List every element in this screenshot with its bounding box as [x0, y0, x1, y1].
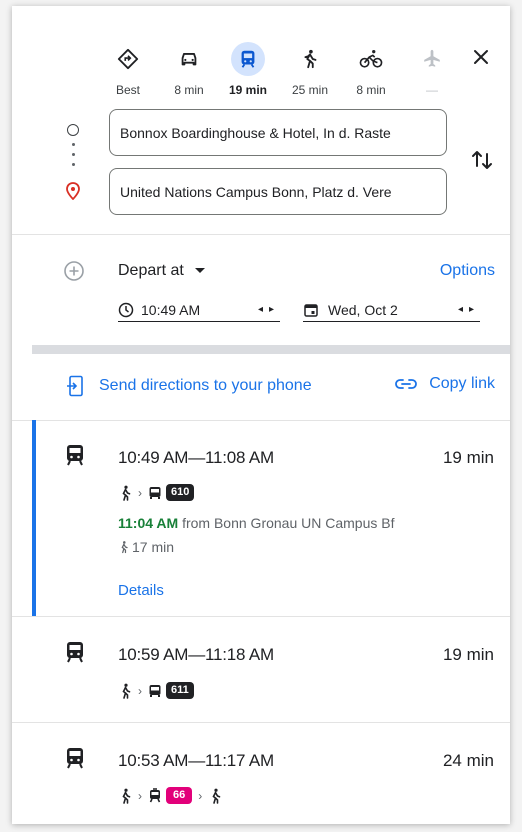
mode-best-label: Best	[115, 83, 140, 97]
route-times: 10:53 AM—11:17 AM	[118, 751, 274, 770]
route-times: 10:49 AM—11:08 AM	[118, 448, 274, 467]
line-badge: 610	[166, 484, 195, 501]
copy-link-button[interactable]: Copy link	[395, 375, 495, 393]
chevron-right-icon: ›	[138, 683, 142, 698]
bicycle-icon	[354, 42, 388, 76]
route-duration: 24 min	[442, 751, 494, 770]
departure-from: from Bonn Gronau UN Campus Bf	[182, 515, 395, 531]
transit-icon	[231, 42, 265, 76]
swap-button[interactable]	[470, 146, 494, 174]
departure-info: 11:04 AM from Bonn Gronau UN Campus Bf	[118, 515, 395, 531]
walk-duration-value: 17 min	[132, 539, 175, 555]
date-picker[interactable]: Wed, Oct 2 ◂▸	[303, 298, 480, 322]
walk-duration: 17 min	[118, 539, 174, 555]
tram-icon	[149, 788, 161, 803]
origin-value: Bonnox Boardinghouse & Hotel, In d. Rast…	[120, 124, 391, 141]
swap-icon	[472, 151, 492, 169]
route-dot	[72, 153, 75, 156]
details-link[interactable]: Details	[118, 582, 164, 599]
depart-at-label: Depart at	[118, 262, 184, 279]
origin-circle-icon	[67, 124, 79, 136]
route-legs: › 610	[118, 484, 195, 501]
diamond-directions-icon	[111, 42, 145, 76]
link-icon	[395, 379, 418, 389]
walk-icon	[122, 788, 131, 804]
route-duration: 19 min	[442, 645, 494, 664]
time-value: 10:49 AM	[141, 301, 201, 318]
send-to-phone-link[interactable]: Send directions to your phone	[66, 375, 312, 397]
destination-pin-icon	[65, 182, 81, 205]
time-step-arrows-icon[interactable]: ◂▸	[258, 304, 280, 315]
mode-transit-label: 19 min	[228, 83, 267, 97]
destination-input[interactable]: United Nations Campus Bonn, Platz d. Ver…	[109, 168, 447, 215]
directions-panel: Best 8 min 19 min 25 min 8 min — Bonnox …	[12, 6, 510, 824]
send-to-phone-label: Send directions to your phone	[99, 377, 312, 394]
mode-drive-label: 8 min	[174, 83, 204, 97]
car-icon	[172, 42, 206, 76]
route-duration: 19 min	[442, 448, 494, 467]
date-value: Wed, Oct 2	[328, 301, 398, 318]
mode-bike[interactable]: 8 min	[341, 36, 401, 98]
clock-icon	[118, 302, 134, 317]
walk-icon	[122, 485, 131, 501]
chevron-right-icon: ›	[138, 485, 142, 500]
mode-flight-label: —	[426, 83, 438, 97]
add-stop-button[interactable]	[63, 260, 85, 282]
walk-icon	[212, 788, 221, 804]
calendar-icon	[304, 303, 318, 317]
route-legs: › 66 ›	[118, 787, 222, 804]
route-times: 10:59 AM—11:18 AM	[118, 645, 274, 664]
line-badge: 66	[166, 787, 193, 804]
mode-best[interactable]: Best	[98, 36, 158, 98]
departure-time: 11:04 AM	[118, 515, 179, 531]
close-icon	[474, 50, 488, 64]
transit-icon	[65, 444, 85, 471]
options-link[interactable]: Options	[440, 262, 495, 280]
mode-walk[interactable]: 25 min	[280, 36, 340, 98]
destination-value: United Nations Campus Bonn, Platz d. Ver…	[120, 183, 392, 200]
mode-transit[interactable]: 19 min	[218, 36, 278, 98]
mode-bike-label: 8 min	[356, 83, 386, 97]
route-dots-icon	[72, 143, 75, 146]
walk-icon	[121, 541, 128, 554]
route-card-2[interactable]: 10:59 AM—11:18 AM 19 min › 611	[12, 616, 510, 722]
copy-link-label: Copy link	[429, 375, 495, 392]
selected-indicator	[32, 420, 36, 616]
mode-drive[interactable]: 8 min	[159, 36, 219, 98]
chevron-right-icon: ›	[198, 788, 203, 803]
origin-input[interactable]: Bonnox Boardinghouse & Hotel, In d. Rast…	[109, 109, 447, 156]
add-circle-icon	[64, 261, 84, 281]
line-badge: 611	[166, 682, 194, 699]
bus-icon	[149, 684, 161, 697]
walk-icon	[293, 42, 327, 76]
mode-flight[interactable]: —	[402, 36, 462, 98]
route-dot	[72, 163, 75, 166]
send-to-phone-icon	[67, 375, 83, 397]
section-separator	[32, 345, 510, 354]
mode-walk-label: 25 min	[291, 83, 329, 97]
transit-icon	[65, 641, 85, 668]
flight-icon	[415, 42, 449, 76]
close-button[interactable]	[468, 44, 494, 70]
depart-at-dropdown[interactable]: Depart at	[118, 262, 206, 280]
route-card-3[interactable]: 10:53 AM—11:17 AM 24 min › 66 ›	[12, 722, 510, 824]
time-picker[interactable]: 10:49 AM ◂▸	[118, 298, 280, 322]
bus-icon	[149, 486, 161, 499]
transit-icon	[65, 747, 85, 774]
date-step-arrows-icon[interactable]: ◂▸	[458, 304, 480, 315]
walk-icon	[122, 683, 131, 699]
chevron-right-icon: ›	[138, 788, 142, 803]
route-card-1[interactable]: 10:49 AM—11:08 AM 19 min › 610 11:04 AM …	[12, 420, 510, 616]
route-legs: › 611	[118, 682, 194, 699]
caret-down-icon	[194, 268, 205, 273]
divider	[12, 234, 510, 235]
